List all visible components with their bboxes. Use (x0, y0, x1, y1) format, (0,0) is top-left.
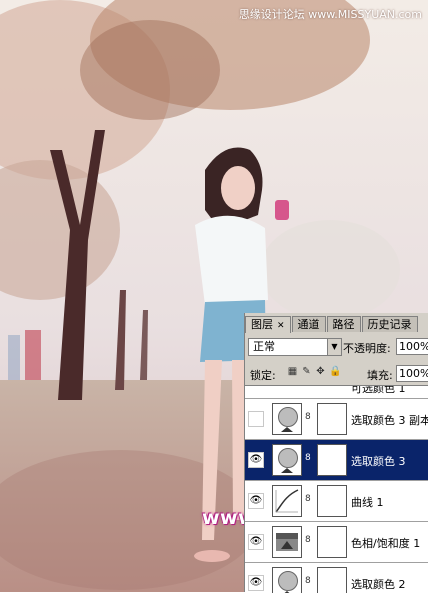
eye-icon[interactable]: 👁 (248, 493, 264, 509)
lock-all-icon[interactable]: 🔒 (329, 366, 341, 377)
layer-mask-thumbnail[interactable] (317, 485, 347, 517)
tab-layers[interactable]: 图层 ✕ (245, 316, 291, 333)
curves-icon (272, 485, 302, 517)
layers-list: 可选颜色 1 8 选取颜色 3 副本 👁 8 选取颜色 3 👁 8 曲线 1 👁… (245, 385, 428, 593)
selective-color-icon (272, 567, 302, 593)
visibility-toggle[interactable] (248, 411, 264, 427)
lock-brush-icon[interactable]: ✎ (301, 366, 312, 377)
selective-color-icon (272, 403, 302, 435)
layer-name: 曲线 1 (351, 496, 384, 509)
chevron-down-icon[interactable]: ▼ (327, 339, 341, 355)
layer-row[interactable]: 8 选取颜色 3 副本 (245, 399, 428, 440)
blend-mode-select[interactable]: 正常 ▼ (248, 338, 342, 356)
link-icon[interactable]: 8 (305, 453, 313, 463)
blend-mode-value: 正常 (253, 340, 275, 353)
tab-channels[interactable]: 通道 (291, 316, 326, 332)
top-watermark: 思缘设计论坛 www.MISSYUAN.com (238, 8, 422, 21)
tab-label: 图层 (251, 318, 273, 331)
hue-saturation-icon (272, 526, 302, 558)
layer-row-selected[interactable]: 👁 8 选取颜色 3 (245, 440, 428, 481)
tab-history[interactable]: 历史记录 (361, 316, 418, 332)
layer-name: 选取颜色 3 (351, 455, 406, 468)
opacity-input[interactable]: 100% (396, 338, 428, 355)
link-icon[interactable]: 8 (305, 576, 313, 586)
eye-icon[interactable]: 👁 (248, 575, 264, 591)
layer-name: 选取颜色 3 副本 (351, 414, 428, 427)
panel-tabs: 图层 ✕ 通道 路径 历史记录 (245, 316, 419, 333)
layer-name: 色相/饱和度 1 (351, 537, 421, 550)
layer-row[interactable]: 👁 8 色相/饱和度 1 (245, 522, 428, 563)
layers-panel: 图层 ✕ 通道 路径 历史记录 正常 ▼ 不透明度: 100% 锁定: ▦ ✎ ✥… (244, 313, 428, 593)
layer-name: 选取颜色 2 (351, 578, 406, 591)
opacity-label: 不透明度: (343, 342, 391, 355)
layer-name: 可选颜色 1 (351, 386, 406, 395)
link-icon[interactable]: 8 (305, 412, 313, 422)
link-icon[interactable]: 8 (305, 535, 313, 545)
layer-mask-thumbnail[interactable] (317, 526, 347, 558)
eye-icon[interactable]: 👁 (248, 452, 264, 468)
layer-mask-thumbnail[interactable] (317, 444, 347, 476)
lock-label: 锁定: (250, 369, 276, 382)
lock-transparent-icon[interactable]: ▦ (287, 366, 298, 377)
close-icon[interactable]: ✕ (277, 321, 285, 331)
layer-mask-thumbnail[interactable] (317, 403, 347, 435)
layer-row[interactable]: 👁 8 曲线 1 (245, 481, 428, 522)
layer-mask-thumbnail[interactable] (317, 567, 347, 593)
fill-label: 填充: (367, 369, 393, 382)
lock-options: ▦ ✎ ✥ 🔒 (287, 366, 342, 377)
eye-icon[interactable]: 👁 (248, 534, 264, 550)
tab-paths[interactable]: 路径 (326, 316, 361, 332)
fill-input[interactable]: 100% (396, 365, 428, 382)
link-icon[interactable]: 8 (305, 494, 313, 504)
selective-color-icon (272, 444, 302, 476)
layer-row-partial[interactable]: 可选颜色 1 (245, 386, 428, 399)
layer-row[interactable]: 👁 8 选取颜色 2 (245, 563, 428, 593)
lock-move-icon[interactable]: ✥ (315, 366, 326, 377)
